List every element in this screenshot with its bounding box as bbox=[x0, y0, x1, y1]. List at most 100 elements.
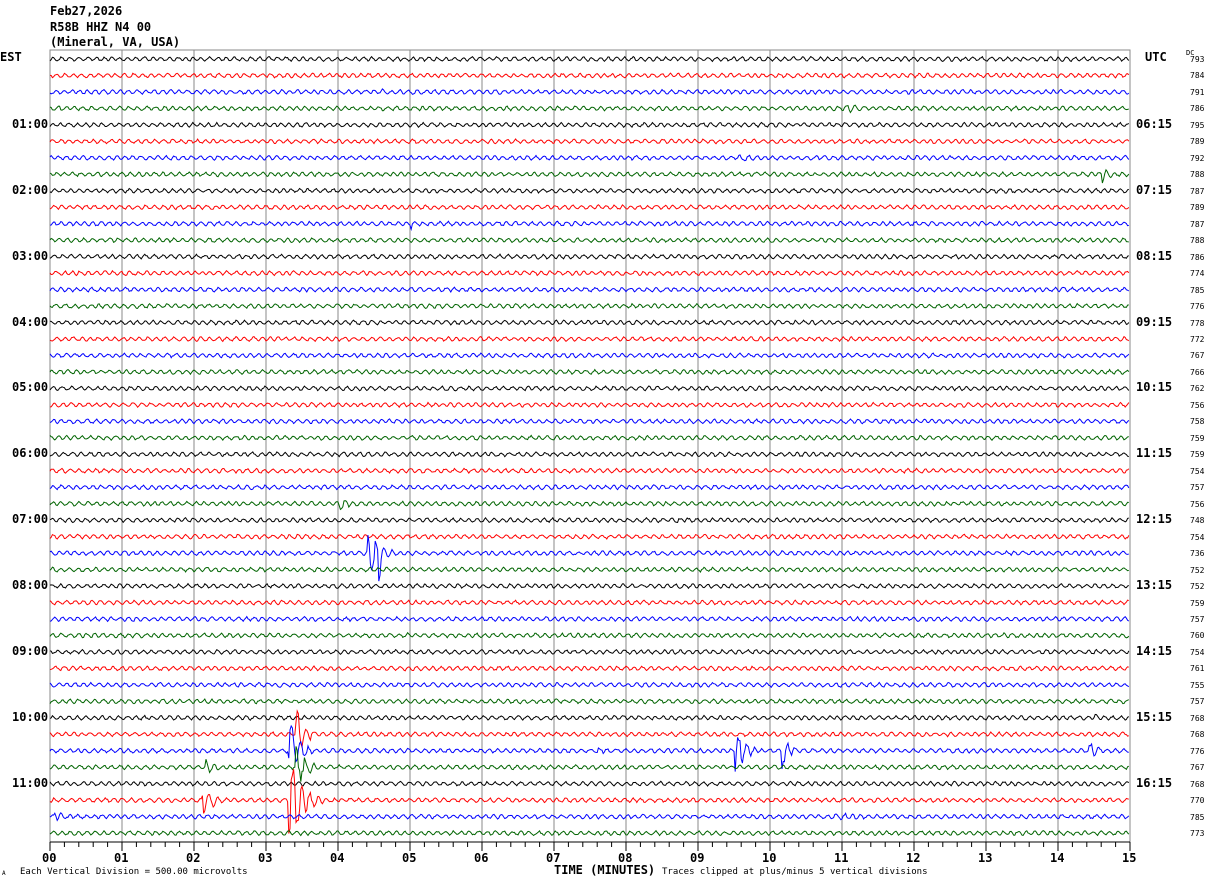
seismic-trace bbox=[49, 286, 1130, 293]
dc-offset-label: 758 bbox=[1190, 417, 1205, 427]
seismic-trace bbox=[49, 535, 1129, 582]
dc-offset-label: 785 bbox=[1190, 812, 1205, 822]
seismic-trace bbox=[49, 483, 1130, 491]
dc-offset-label: 788 bbox=[1190, 236, 1205, 246]
dc-offset-label: 776 bbox=[1190, 302, 1205, 312]
x-tick-label: 01 bbox=[114, 851, 129, 865]
seismic-trace bbox=[49, 187, 1129, 194]
dc-offset-label: 768 bbox=[1190, 713, 1205, 723]
seismic-trace bbox=[49, 385, 1130, 392]
dc-offset-label: 756 bbox=[1190, 400, 1205, 410]
x-tick-label: 13 bbox=[978, 851, 993, 865]
x-tick-label: 04 bbox=[330, 851, 345, 865]
est-time-label: 02:00 bbox=[12, 182, 49, 197]
seismic-trace bbox=[49, 631, 1130, 639]
x-tick-label: 14 bbox=[1050, 851, 1065, 865]
est-time-label: 09:00 bbox=[12, 643, 49, 658]
seismic-trace bbox=[49, 516, 1129, 524]
dc-offset-label: 754 bbox=[1190, 647, 1205, 657]
seismic-trace bbox=[49, 104, 1129, 114]
dc-offset-label: 760 bbox=[1190, 631, 1205, 641]
dc-offset-label: 786 bbox=[1190, 252, 1205, 262]
est-time-label: 04:00 bbox=[12, 314, 49, 329]
division-note: Each Vertical Division = 500.00 microvol… bbox=[20, 867, 248, 877]
est-time-label: 01:00 bbox=[12, 116, 49, 131]
dc-offset-label: 774 bbox=[1190, 269, 1205, 279]
x-tick-label: 09 bbox=[690, 851, 705, 865]
dc-offset-label: 768 bbox=[1190, 779, 1205, 789]
dc-offset-label: 757 bbox=[1190, 614, 1205, 624]
utc-time-label: 11:15 bbox=[1136, 446, 1173, 461]
seismogram-plot bbox=[49, 49, 1131, 851]
est-time-label: 08:00 bbox=[12, 578, 49, 593]
dc-offset-label: 752 bbox=[1190, 582, 1205, 592]
est-time-label: 11:00 bbox=[12, 775, 49, 790]
dc-offset-label: 757 bbox=[1190, 697, 1205, 707]
seismic-trace bbox=[49, 418, 1130, 425]
dc-offset-label: 787 bbox=[1190, 186, 1205, 196]
seismic-trace bbox=[49, 168, 1130, 184]
seismic-trace bbox=[49, 533, 1130, 540]
utc-time-label: 14:15 bbox=[1136, 643, 1173, 658]
x-tick-label: 06 bbox=[474, 851, 489, 865]
utc-time-label: 16:15 bbox=[1136, 775, 1173, 790]
dc-offset-label: 793 bbox=[1190, 55, 1205, 64]
seismic-trace bbox=[49, 138, 1130, 145]
dc-offset-label: 785 bbox=[1190, 285, 1205, 295]
x-tick-label: 05 bbox=[402, 851, 417, 865]
seismic-trace bbox=[49, 204, 1130, 211]
dc-offset-label: 754 bbox=[1190, 532, 1205, 542]
utc-time-label: 09:15 bbox=[1136, 314, 1173, 329]
corner-mark: A bbox=[2, 870, 6, 877]
utc-time-label: 08:15 bbox=[1136, 248, 1173, 263]
utc-time-label: 12:15 bbox=[1136, 512, 1173, 527]
seismic-trace bbox=[49, 72, 1130, 79]
seismic-trace bbox=[49, 698, 1129, 705]
est-time-label: 07:00 bbox=[12, 512, 49, 527]
helicorder-page: Feb27,2026 R58B HHZ N4 00 (Mineral, VA, … bbox=[0, 0, 1210, 886]
x-tick-label: 12 bbox=[906, 851, 921, 865]
seismic-trace bbox=[49, 566, 1129, 573]
seismic-trace bbox=[49, 88, 1130, 96]
dc-offset-label: 766 bbox=[1190, 367, 1205, 377]
seismic-trace bbox=[49, 368, 1130, 376]
utc-time-label: 06:15 bbox=[1136, 116, 1173, 131]
dc-offset-label: 761 bbox=[1190, 664, 1205, 674]
x-tick-label: 10 bbox=[762, 851, 777, 865]
dc-offset-label: 772 bbox=[1190, 334, 1205, 344]
dc-offset-label: 759 bbox=[1190, 598, 1205, 608]
dc-offset-label: 786 bbox=[1190, 104, 1205, 114]
seismic-trace bbox=[49, 780, 1130, 787]
dc-offset-label: 789 bbox=[1190, 203, 1205, 213]
seismic-trace bbox=[49, 829, 1130, 837]
dc-offset-label: 736 bbox=[1190, 549, 1205, 559]
seismic-trace bbox=[49, 319, 1130, 326]
x-tick-label: 02 bbox=[186, 851, 201, 865]
dc-offset-label: 789 bbox=[1190, 137, 1205, 147]
dc-offset-label: 795 bbox=[1190, 120, 1205, 130]
dc-offset-label: 756 bbox=[1190, 499, 1205, 509]
seismic-trace bbox=[49, 713, 1130, 721]
dc-offset-label: 778 bbox=[1190, 318, 1205, 328]
est-time-label: 10:00 bbox=[12, 709, 49, 724]
utc-time-label: 13:15 bbox=[1136, 578, 1173, 593]
dc-offset-label: 767 bbox=[1190, 763, 1205, 773]
x-tick-label: 00 bbox=[42, 851, 57, 865]
seismic-trace bbox=[49, 220, 1129, 232]
est-time-label: 03:00 bbox=[12, 248, 49, 263]
x-tick-label: 11 bbox=[834, 851, 849, 865]
dc-offset-label: 791 bbox=[1190, 87, 1205, 97]
seismic-trace bbox=[49, 769, 1129, 834]
dc-offset-label: 762 bbox=[1190, 384, 1205, 394]
seismic-trace bbox=[49, 812, 1130, 822]
dc-offset-label: 770 bbox=[1190, 796, 1205, 806]
seismic-trace bbox=[49, 582, 1130, 590]
seismic-trace bbox=[49, 467, 1130, 475]
dc-offset-label: 788 bbox=[1190, 170, 1205, 180]
dc-offset-label: 748 bbox=[1190, 516, 1205, 526]
x-axis-label: TIME (MINUTES) bbox=[554, 863, 656, 877]
seismic-trace bbox=[49, 665, 1129, 672]
dc-offset-label: 792 bbox=[1190, 153, 1205, 163]
plot-frame bbox=[49, 49, 1131, 843]
seismic-trace bbox=[49, 648, 1130, 656]
